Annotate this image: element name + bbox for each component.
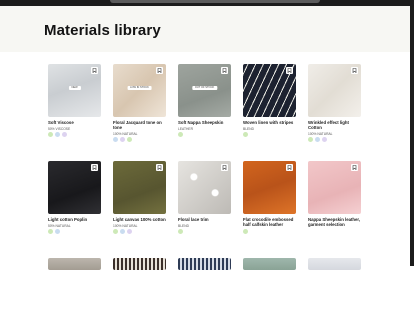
attribute-icons [113, 137, 166, 142]
material-composition: 100% NATURAL [113, 131, 138, 136]
material-swatch[interactable] [113, 161, 166, 214]
bookmark-icon[interactable] [156, 164, 163, 171]
device-bezel-right [410, 0, 414, 266]
material-name[interactable]: Wrinkled effect light Cotton [308, 120, 361, 130]
material-swatch[interactable] [308, 258, 361, 270]
attribute-icon [178, 132, 183, 137]
material-composition: 50% NATURAL [48, 223, 71, 228]
attribute-icon [48, 229, 53, 234]
material-swatch[interactable] [48, 161, 101, 214]
material-name[interactable]: Woven linen with stripes [243, 120, 296, 125]
material-swatch[interactable] [243, 161, 296, 214]
material-name[interactable]: Light canvas 100% cotton [113, 217, 166, 222]
material-card[interactable] [48, 258, 101, 336]
material-swatch[interactable] [308, 161, 361, 214]
page-title: Materials library [44, 22, 161, 39]
bookmark-icon[interactable] [351, 67, 358, 74]
device-notch [110, 0, 320, 3]
attribute-icons [178, 132, 231, 137]
attribute-icon [315, 137, 320, 142]
attribute-icon [127, 137, 132, 142]
attribute-icons [48, 229, 101, 234]
material-card[interactable]: LOW IN STOCK Floral Jacquard tone on ton… [113, 64, 166, 142]
material-card[interactable]: Light cotton Poplin 50% NATURAL [48, 161, 101, 239]
attribute-icons [178, 229, 231, 234]
bookmark-icon[interactable] [286, 67, 293, 74]
material-swatch[interactable] [243, 258, 296, 270]
material-swatch[interactable]: NEW [48, 64, 101, 117]
attribute-icon [55, 229, 60, 234]
material-composition: BLEND [178, 223, 189, 228]
attribute-icon [178, 229, 183, 234]
material-swatch[interactable] [48, 258, 101, 270]
material-composition: 50% VISCOSE [48, 126, 71, 131]
material-name[interactable]: Soft Nappa Sheepskin [178, 120, 231, 125]
attribute-icon [62, 132, 67, 137]
attribute-icons [113, 229, 166, 234]
attribute-icon [113, 137, 118, 142]
material-composition: BLEND [243, 126, 254, 131]
bookmark-icon[interactable] [286, 164, 293, 171]
material-card[interactable]: Floral lace trim BLEND [178, 161, 231, 239]
material-composition: 100% NATURAL [113, 223, 138, 228]
bookmark-icon[interactable] [221, 67, 228, 74]
material-card[interactable]: Light canvas 100% cotton 100% NATURAL [113, 161, 166, 239]
material-composition: 100% NATURAL [308, 131, 333, 136]
material-name[interactable]: Light cotton Poplin [48, 217, 101, 222]
attribute-icons [308, 137, 361, 142]
material-card[interactable] [113, 258, 166, 336]
material-name[interactable]: Floral Jacquard tone on tone [113, 120, 166, 130]
material-swatch[interactable] [113, 258, 166, 270]
attribute-icon [308, 137, 313, 142]
material-card[interactable] [308, 258, 361, 336]
material-swatch[interactable] [178, 258, 231, 270]
status-tag: NEW [68, 86, 81, 90]
material-card[interactable]: Wrinkled effect light Cotton 100% NATURA… [308, 64, 361, 142]
material-name[interactable]: Flat crocodile embossed half calfskin le… [243, 217, 296, 227]
status-tag: LOW IN STOCK [127, 86, 152, 90]
attribute-icon [322, 137, 327, 142]
attribute-icon [55, 132, 60, 137]
bookmark-icon[interactable] [91, 67, 98, 74]
attribute-icon [243, 132, 248, 137]
bookmark-icon[interactable] [221, 164, 228, 171]
material-card[interactable]: OUT OF STOCK Soft Nappa Sheepskin LEATHE… [178, 64, 231, 142]
material-composition: LEATHER [178, 126, 193, 131]
attribute-icons [243, 132, 296, 137]
material-swatch[interactable] [243, 64, 296, 117]
material-card[interactable] [243, 258, 296, 336]
material-swatch[interactable]: LOW IN STOCK [113, 64, 166, 117]
attribute-icon [120, 137, 125, 142]
material-name[interactable]: Soft Viscose [48, 120, 101, 125]
material-name[interactable]: Nappa Sheepskin leather, garment selecti… [308, 217, 361, 227]
bookmark-icon[interactable] [156, 67, 163, 74]
materials-grid: NEW Soft Viscose 50% VISCOSE LOW IN STOC… [48, 64, 361, 336]
material-card[interactable]: Nappa Sheepskin leather, garment selecti… [308, 161, 361, 239]
material-card[interactable] [178, 258, 231, 336]
attribute-icon [48, 132, 53, 137]
bookmark-icon[interactable] [351, 164, 358, 171]
attribute-icon [120, 229, 125, 234]
attribute-icons [48, 132, 101, 137]
attribute-icon [127, 229, 132, 234]
bookmark-icon[interactable] [91, 164, 98, 171]
status-tag: OUT OF STOCK [191, 86, 218, 90]
attribute-icons [243, 228, 296, 234]
material-card[interactable]: Woven linen with stripes BLEND [243, 64, 296, 142]
attribute-icon [243, 228, 248, 234]
material-swatch[interactable] [178, 161, 231, 214]
material-swatch[interactable] [308, 64, 361, 117]
material-name[interactable]: Floral lace trim [178, 217, 231, 222]
material-swatch[interactable]: OUT OF STOCK [178, 64, 231, 117]
material-card[interactable]: NEW Soft Viscose 50% VISCOSE [48, 64, 101, 142]
attribute-icon [113, 229, 118, 234]
material-card[interactable]: Flat crocodile embossed half calfskin le… [243, 161, 296, 239]
